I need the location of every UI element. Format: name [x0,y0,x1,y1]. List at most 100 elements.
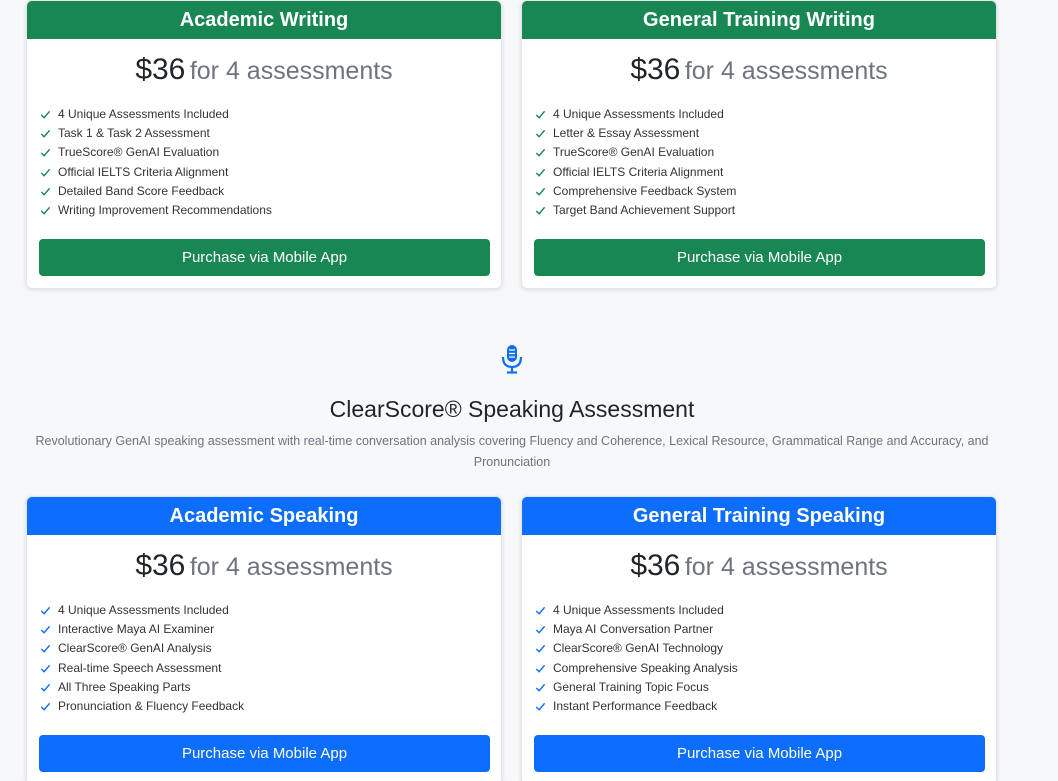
feature-label: Pronunciation & Fluency Feedback [58,698,245,713]
feature-label: Comprehensive Speaking Analysis [553,660,738,675]
price: $36 [630,549,681,582]
feature-label: Task 1 & Task 2 Assessment [58,126,210,141]
check-icon [40,149,51,158]
feature-item: Official IELTS Criteria Alignment [535,163,996,182]
feature-item: 4 Unique Assessments Included [535,601,996,620]
feature-list: 4 Unique Assessments Included Interactiv… [40,601,501,716]
section-title: ClearScore® Speaking Assessment [329,396,695,422]
feature-item: Comprehensive Feedback System [535,182,996,201]
price-suffix: for 4 assessments [684,553,888,581]
check-icon [535,664,546,673]
general-training-writing-card: General Training Writing $36 for 4 asses… [521,0,997,290]
feature-label: Maya AI Conversation Partner [553,622,714,637]
check-icon [535,606,546,615]
feature-item: Letter & Essay Assessment [535,124,996,143]
check-icon [40,110,51,119]
feature-item: 4 Unique Assessments Included [535,105,996,124]
feature-item: TrueScore® GenAI Evaluation [40,143,501,162]
feature-item: Interactive Maya AI Examiner [40,620,501,639]
check-icon [40,206,51,215]
feature-item: Maya AI Conversation Partner [535,620,996,639]
check-icon [535,130,546,139]
feature-label: ClearScore® GenAI Technology [553,641,724,656]
feature-label: Interactive Maya AI Examiner [58,622,215,637]
microphone-icon [501,345,523,374]
purchase-button[interactable]: Purchase via Mobile App [39,735,490,773]
feature-item: Instant Performance Feedback [535,697,996,716]
feature-item: Pronunciation & Fluency Feedback [40,697,501,716]
check-icon [535,110,546,119]
feature-item: Real-time Speech Assessment [40,659,501,678]
purchase-button[interactable]: Purchase via Mobile App [534,239,985,277]
feature-label: Instant Performance Feedback [553,698,718,713]
feature-item: Detailed Band Score Feedback [40,182,501,201]
feature-list: 4 Unique Assessments Included Maya AI Co… [535,601,996,716]
feature-label: 4 Unique Assessments Included [58,107,229,121]
check-icon [40,606,51,615]
feature-label: TrueScore® GenAI Evaluation [58,145,220,160]
feature-label: Target Band Achievement Support [553,202,736,217]
check-icon [40,645,51,654]
pricing-page: Academic Writing $36 for 4 assessments 4… [0,0,1058,781]
check-icon [535,702,546,711]
price: $36 [135,549,186,582]
academic-speaking-card: Academic Speaking $36 for 4 assessments … [26,496,502,781]
price: $36 [135,53,186,86]
section-description: Revolutionary GenAI speaking assessment … [35,434,989,469]
check-icon [40,168,51,177]
feature-label: 4 Unique Assessments Included [553,603,724,617]
feature-item: General Training Topic Focus [535,678,996,697]
feature-label: Real-time Speech Assessment [58,660,222,675]
feature-item: ClearScore® GenAI Technology [535,639,996,658]
feature-item: Writing Improvement Recommendations [40,201,501,220]
feature-label: 4 Unique Assessments Included [58,603,229,617]
check-icon [535,645,546,654]
price-row: $36 for 4 assessments [522,52,996,88]
check-icon [535,626,546,635]
purchase-button[interactable]: Purchase via Mobile App [39,239,490,277]
feature-label: Letter & Essay Assessment [553,126,700,141]
feature-item: 4 Unique Assessments Included [40,601,501,620]
feature-label: Detailed Band Score Feedback [58,183,225,198]
price-suffix: for 4 assessments [189,553,393,581]
check-icon [535,206,546,215]
check-icon [40,664,51,673]
feature-item: Task 1 & Task 2 Assessment [40,124,501,143]
feature-item: TrueScore® GenAI Evaluation [535,143,996,162]
academic-writing-card: Academic Writing $36 for 4 assessments 4… [26,0,502,290]
price-suffix: for 4 assessments [684,57,888,85]
check-icon [535,187,546,196]
check-icon [40,626,51,635]
feature-item: 4 Unique Assessments Included [40,105,501,124]
feature-list: 4 Unique Assessments Included Letter & E… [535,105,996,220]
feature-label: Writing Improvement Recommendations [58,202,272,217]
price-row: $36 for 4 assessments [522,548,996,584]
price-row: $36 for 4 assessments [27,548,501,584]
check-icon [40,702,51,711]
feature-label: General Training Topic Focus [553,679,709,694]
feature-item: Target Band Achievement Support [535,201,996,220]
feature-item: All Three Speaking Parts [40,678,501,697]
price: $36 [630,53,681,86]
feature-item: ClearScore® GenAI Analysis [40,639,501,658]
feature-item: Official IELTS Criteria Alignment [40,163,501,182]
card-title: General Training Writing [522,1,996,39]
feature-label: TrueScore® GenAI Evaluation [553,145,715,160]
price-suffix: for 4 assessments [189,57,393,85]
card-title: General Training Speaking [522,497,996,535]
feature-label: ClearScore® GenAI Analysis [58,641,212,656]
check-icon [40,187,51,196]
feature-label: Comprehensive Feedback System [553,183,737,198]
feature-label: 4 Unique Assessments Included [553,107,724,121]
card-title: Academic Speaking [27,497,501,535]
feature-list: 4 Unique Assessments Included Task 1 & T… [40,105,501,220]
check-icon [535,683,546,692]
feature-item: Comprehensive Speaking Analysis [535,659,996,678]
feature-label: All Three Speaking Parts [58,679,191,694]
check-icon [40,130,51,139]
purchase-button[interactable]: Purchase via Mobile App [534,735,985,773]
check-icon [40,683,51,692]
card-title: Academic Writing [27,1,501,39]
check-icon [535,168,546,177]
feature-label: Official IELTS Criteria Alignment [553,164,724,179]
